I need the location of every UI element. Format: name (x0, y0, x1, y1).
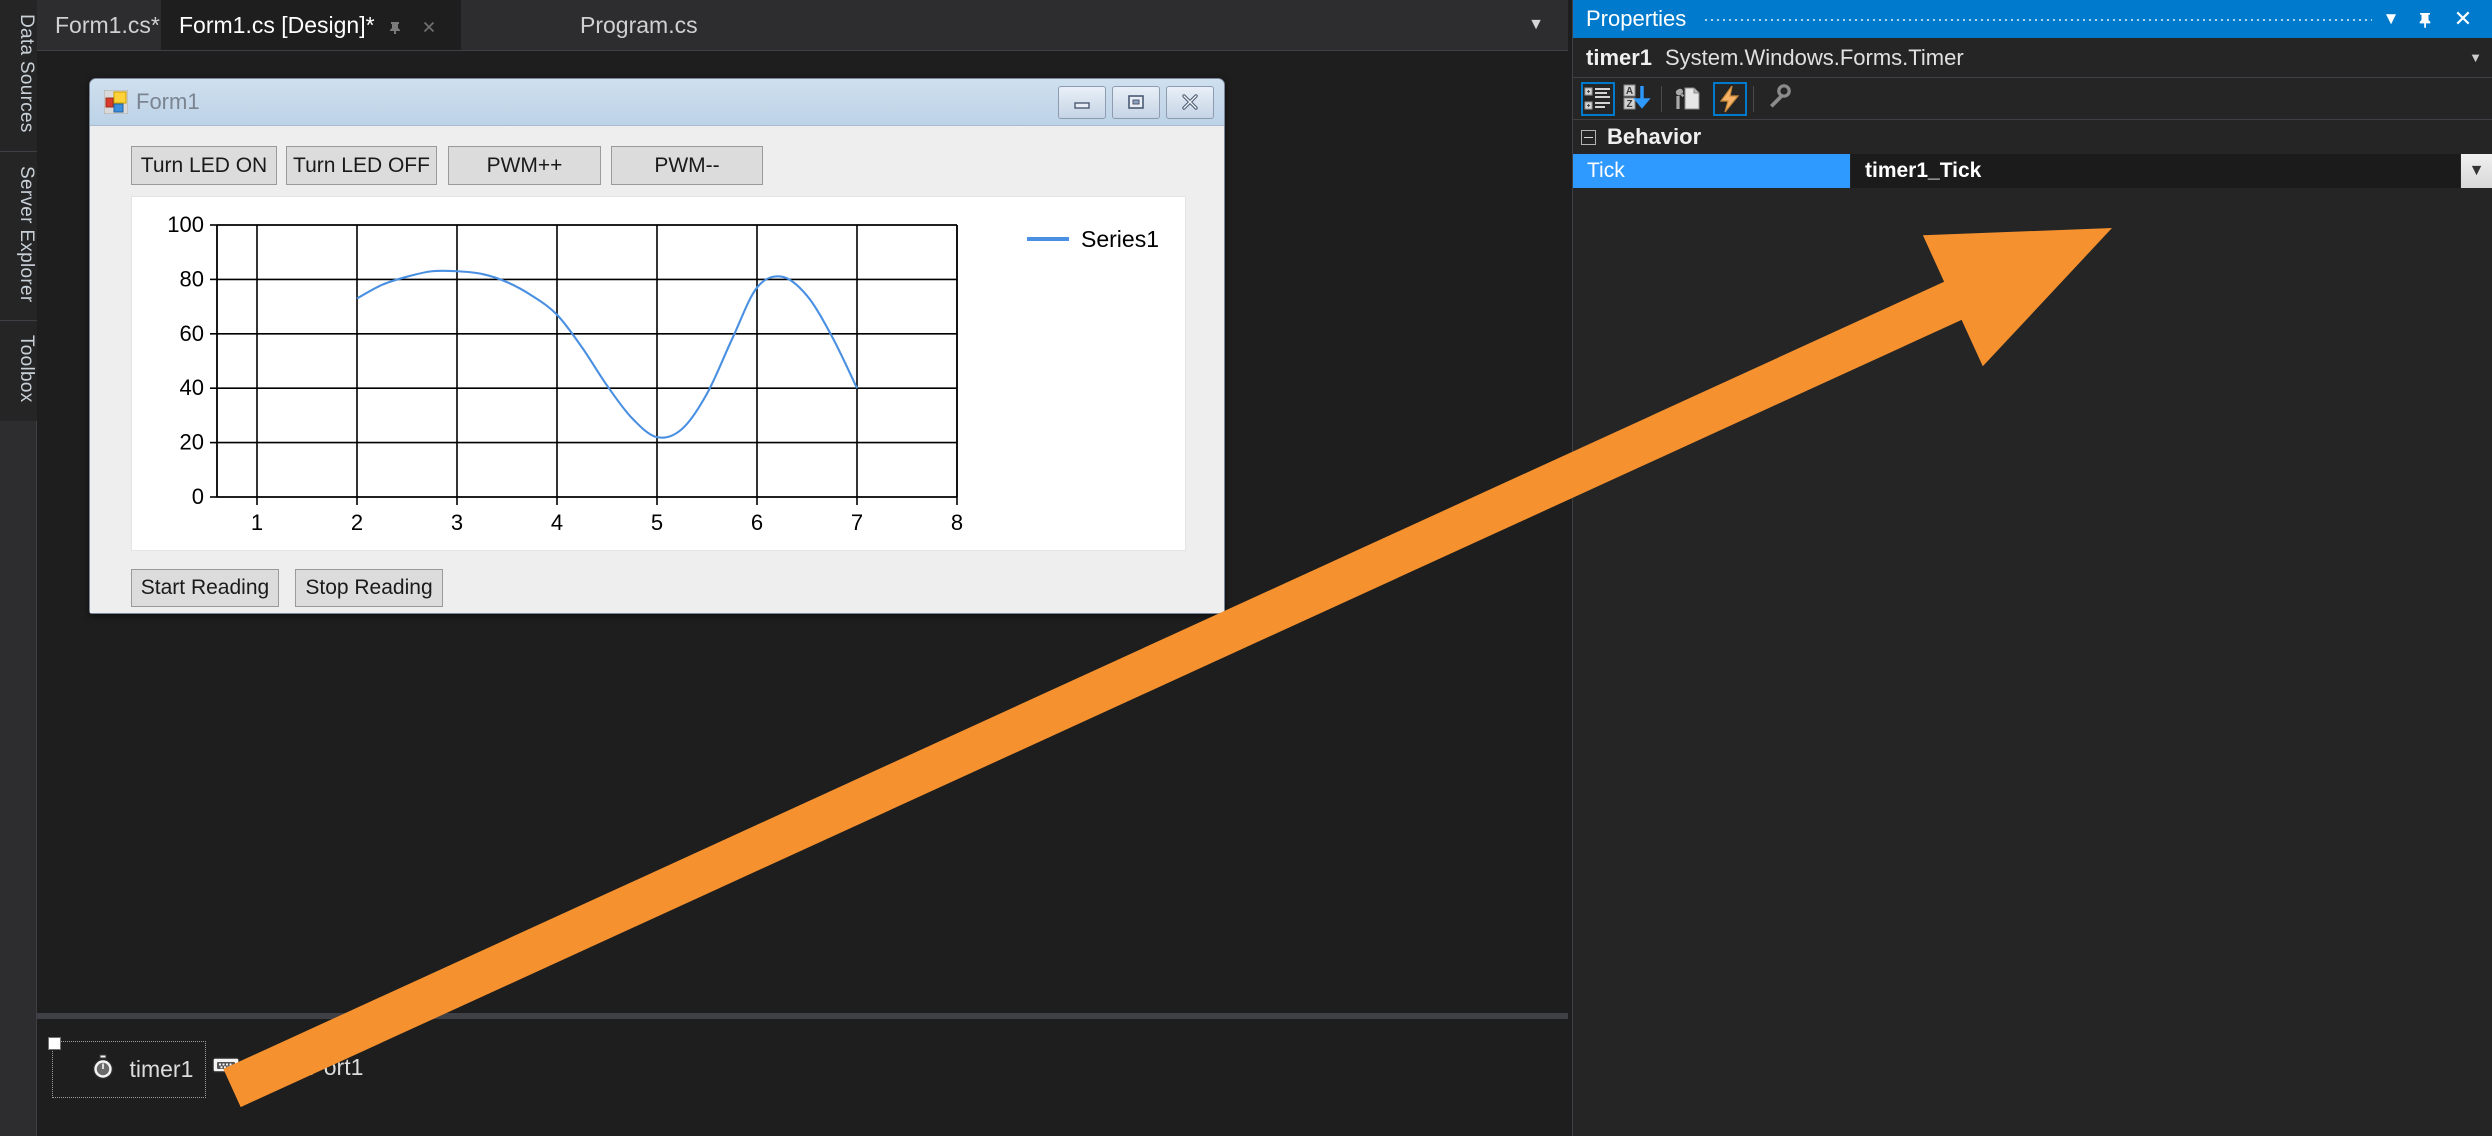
tab-label: Form1.cs* (55, 12, 160, 38)
svg-text:0: 0 (192, 484, 204, 509)
svg-text:2: 2 (351, 510, 363, 535)
svg-text:100: 100 (167, 212, 204, 237)
chart-y-tick-labels: 0 20 40 60 80 100 (167, 212, 204, 509)
close-icon (1182, 94, 1198, 110)
svg-text:7: 7 (851, 510, 863, 535)
svg-text:A: A (1626, 86, 1633, 97)
drag-dots (1703, 17, 2372, 22)
panel-menu-chevron-down-icon[interactable]: ▼ (2376, 0, 2406, 38)
chart-series-line (356, 269, 858, 439)
category-collapse-icon[interactable] (1581, 130, 1596, 145)
category-label: Behavior (1607, 124, 1702, 149)
selection-resize-handle[interactable] (48, 1037, 61, 1050)
tab-form1-cs-design[interactable]: Form1.cs [Design]* (161, 0, 462, 52)
svg-text:Series1: Series1 (1081, 226, 1159, 252)
document-tab-bar: Form1.cs* Form1.cs [Design]* Program.cs … (37, 0, 1568, 50)
svg-text:20: 20 (180, 430, 204, 455)
sidebar-item-server-explorer[interactable]: Server Explorer (0, 150, 37, 321)
property-category-row[interactable]: Behavior (1573, 120, 2492, 154)
properties-title-bar[interactable]: Properties ▼ ✕ (1573, 0, 2492, 38)
stop-reading-button[interactable]: Stop Reading (295, 569, 443, 607)
chart-gridlines (217, 224, 958, 497)
tray-item-label: timer1 (129, 1056, 194, 1082)
form1-design-window[interactable]: Form1 Turn LED ON Turn LED OFF PWM++ PWM… (89, 78, 1225, 614)
chart-x-tick-labels: 1 2 3 4 5 6 7 8 (251, 510, 963, 535)
tray-item-label: serialPort1 (253, 1054, 364, 1080)
tab-label: Form1.cs [Design]* (179, 12, 375, 38)
property-value-chevron-down-icon[interactable]: ▼ (2460, 154, 2492, 188)
svg-text:40: 40 (180, 375, 204, 400)
panel-pin-icon[interactable] (2410, 0, 2440, 38)
serial-port-icon (212, 1054, 240, 1081)
series-chart[interactable]: 0 20 40 60 80 100 1 2 3 4 5 6 7 8 Series1 (131, 196, 1186, 551)
sidebar-item-toolbox[interactable]: Toolbox (0, 320, 37, 421)
selected-object-bar[interactable]: timer1 System.Windows.Forms.Timer ▼ (1573, 38, 2492, 78)
form-designer-surface[interactable]: Form1 Turn LED ON Turn LED OFF PWM++ PWM… (37, 50, 1568, 1013)
pin-icon[interactable] (387, 2, 403, 52)
svg-text:3: 3 (451, 510, 463, 535)
svg-text:1: 1 (251, 510, 263, 535)
property-name-tick[interactable]: Tick (1573, 154, 1851, 188)
selected-object-type: System.Windows.Forms.Timer (1665, 45, 1964, 70)
turn-led-on-button[interactable]: Turn LED ON (131, 146, 277, 185)
sidebar-item-data-sources[interactable]: Data Sources (0, 0, 37, 151)
timer-icon (90, 1054, 116, 1085)
tab-overflow-chevron-down-icon[interactable]: ▼ (1518, 0, 1554, 50)
close-icon[interactable] (421, 2, 437, 52)
close-button[interactable] (1166, 86, 1214, 119)
start-reading-button[interactable]: Start Reading (131, 569, 279, 607)
maximize-button[interactable] (1112, 86, 1160, 119)
tray-item-serialport1[interactable]: serialPort1 (212, 1054, 363, 1081)
selected-object-name: timer1 (1586, 45, 1653, 70)
property-pages-icon[interactable] (1763, 82, 1797, 116)
alphabetical-sort-icon[interactable]: A Z (1621, 82, 1655, 116)
form-client-area[interactable]: Turn LED ON Turn LED OFF PWM++ PWM-- 0 20… (90, 126, 1224, 613)
properties-grid[interactable]: Behavior Tick timer1_Tick ▼ (1573, 120, 2492, 188)
tab-program-cs[interactable]: Program.cs (562, 0, 716, 50)
svg-text:80: 80 (180, 266, 204, 291)
chart-canvas: 0 20 40 60 80 100 1 2 3 4 5 6 7 8 Series1 (167, 212, 1159, 535)
minimize-button[interactable] (1058, 86, 1106, 119)
categorized-icon[interactable] (1581, 82, 1615, 116)
tab-form1-cs[interactable]: Form1.cs* (37, 0, 178, 50)
turn-led-off-button[interactable]: Turn LED OFF (286, 146, 437, 185)
tray-item-timer1[interactable]: timer1 (90, 1054, 193, 1085)
svg-text:60: 60 (180, 321, 204, 346)
properties-icon[interactable] (1671, 82, 1705, 116)
maximize-icon (1128, 95, 1144, 109)
properties-toolbar: A Z (1573, 78, 2492, 120)
tab-label: Program.cs (580, 12, 698, 38)
properties-panel: Properties ▼ ✕ timer1 System.Windows.For… (1572, 0, 2492, 1136)
panel-title: Properties (1586, 6, 1687, 31)
property-value-tick[interactable]: timer1_Tick (1851, 154, 2460, 188)
events-icon[interactable] (1713, 82, 1747, 116)
svg-text:Z: Z (1626, 99, 1632, 110)
form-title-text: Form1 (136, 89, 200, 114)
windows-form-icon (103, 89, 129, 115)
left-tool-strip: Data Sources Server Explorer Toolbox (0, 0, 37, 1136)
pwm-increase-button[interactable]: PWM++ (448, 146, 601, 185)
pwm-decrease-button[interactable]: PWM-- (611, 146, 763, 185)
svg-text:6: 6 (751, 510, 763, 535)
minimize-icon (1074, 102, 1090, 109)
svg-text:5: 5 (651, 510, 663, 535)
svg-text:4: 4 (551, 510, 563, 535)
chart-legend: Series1 (1027, 226, 1159, 252)
form-title-bar[interactable]: Form1 (90, 79, 1224, 126)
object-selector-chevron-down-icon[interactable]: ▼ (2469, 38, 2482, 78)
panel-close-icon[interactable]: ✕ (2448, 0, 2478, 38)
svg-text:8: 8 (951, 510, 963, 535)
property-row-tick[interactable]: Tick timer1_Tick ▼ (1573, 154, 2492, 188)
